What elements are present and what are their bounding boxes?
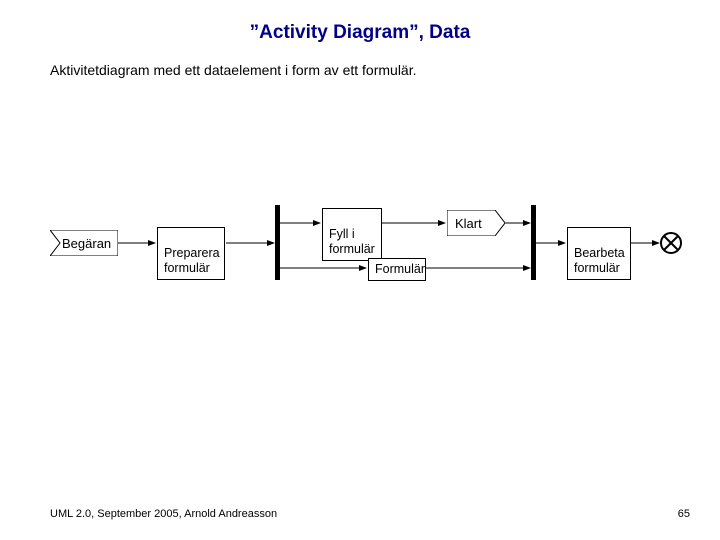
node-preparera: Preparera formulär	[157, 227, 225, 280]
activity-diagram: Begäran Preparera formulär Fyll i formul…	[0, 0, 720, 540]
node-begaran: Begäran	[50, 230, 118, 256]
node-formular: Formulär	[368, 258, 426, 281]
join-bar-2	[531, 205, 536, 280]
node-fyll: Fyll i formulär	[322, 208, 382, 261]
node-fyll-label: Fyll i formulär	[329, 227, 375, 256]
node-bearbeta: Bearbeta formulär	[567, 227, 631, 280]
node-formular-label: Formulär	[375, 262, 425, 276]
node-klart: Klart	[447, 210, 505, 236]
fork-bar-1	[275, 205, 280, 280]
flow-final-node	[660, 232, 682, 254]
node-begaran-label: Begäran	[56, 236, 111, 251]
node-preparera-label: Preparera formulär	[164, 246, 220, 275]
footer-page-number: 65	[678, 508, 690, 520]
node-klart-label: Klart	[455, 216, 482, 231]
footer-left: UML 2.0, September 2005, Arnold Andreass…	[50, 508, 277, 520]
node-bearbeta-label: Bearbeta formulär	[574, 246, 625, 275]
